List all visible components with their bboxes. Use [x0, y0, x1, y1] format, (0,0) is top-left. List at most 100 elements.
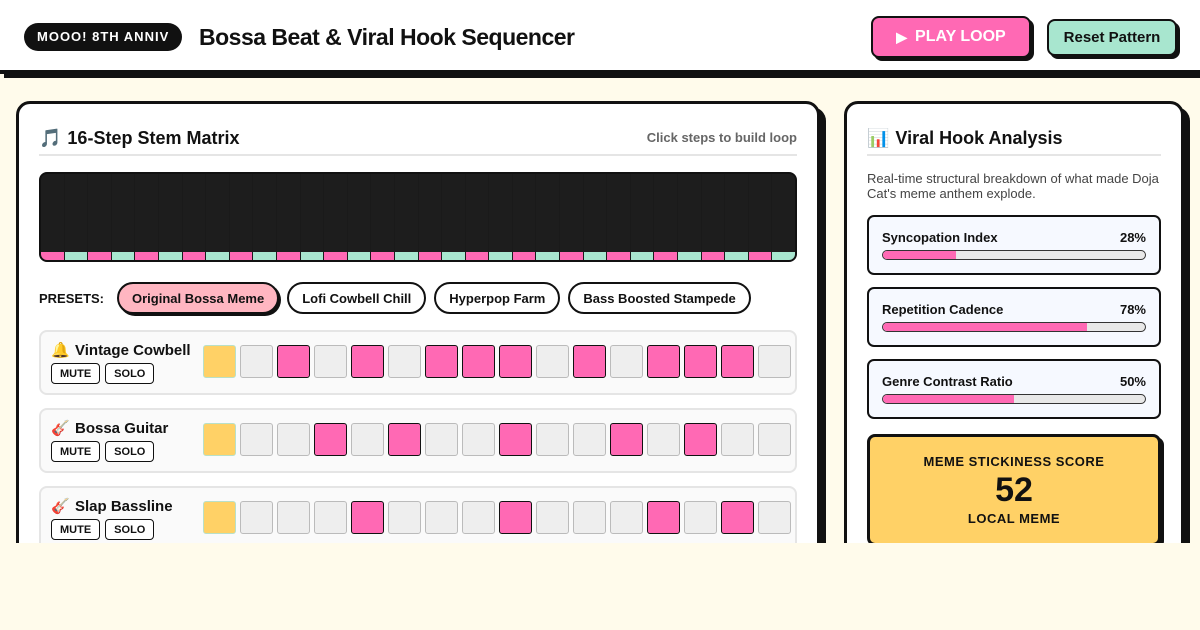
step-grid — [203, 501, 791, 534]
visualizer-bar — [725, 174, 748, 260]
step-cell[interactable] — [425, 501, 458, 534]
step-cell[interactable] — [314, 345, 347, 378]
step-cell[interactable] — [647, 423, 680, 456]
track-name: Bossa Guitar — [75, 420, 169, 437]
step-cell[interactable] — [314, 501, 347, 534]
visualizer-bar — [654, 174, 678, 260]
visualizer-level — [182, 252, 206, 260]
step-cell[interactable] — [351, 345, 384, 378]
visualizer-bar — [324, 174, 347, 260]
step-cell[interactable] — [203, 423, 236, 456]
step-cell[interactable] — [610, 501, 643, 534]
mute-button[interactable]: MUTE — [51, 519, 101, 540]
step-cell[interactable] — [684, 423, 717, 456]
page-background — [0, 543, 1200, 630]
preset-button[interactable]: Hyperpop Farm — [434, 282, 561, 314]
step-cell[interactable] — [240, 501, 273, 534]
step-cell[interactable] — [684, 345, 717, 378]
step-cell[interactable] — [499, 423, 532, 456]
step-cell[interactable] — [758, 501, 791, 534]
visualizer-level — [442, 252, 465, 260]
visualizer-level — [536, 252, 560, 260]
bar-chart-icon: 📊 — [867, 127, 890, 148]
visualizer-bar — [772, 174, 795, 260]
visualizer-bar — [512, 174, 536, 260]
anniversary-badge: MOOO! 8TH ANNIV — [24, 23, 183, 51]
step-cell[interactable] — [388, 345, 421, 378]
step-cell[interactable] — [610, 345, 643, 378]
step-cell[interactable] — [351, 423, 384, 456]
play-loop-button[interactable]: ▶ PLAY LOOP — [871, 16, 1031, 58]
step-cell[interactable] — [721, 345, 754, 378]
step-cell[interactable] — [536, 423, 569, 456]
step-cell[interactable] — [462, 345, 495, 378]
preset-button[interactable]: Bass Boosted Stampede — [568, 282, 751, 314]
visualizer-level — [229, 252, 253, 260]
matrix-hint: Click steps to build loop — [646, 130, 797, 145]
step-cell[interactable] — [351, 501, 384, 534]
visualizer-bar — [253, 174, 276, 260]
step-cell[interactable] — [277, 345, 310, 378]
step-cell[interactable] — [573, 501, 606, 534]
step-cell[interactable] — [758, 423, 791, 456]
step-cell[interactable] — [647, 501, 680, 534]
step-cell[interactable] — [277, 501, 310, 534]
visualizer-bar — [678, 174, 701, 260]
step-cell[interactable] — [314, 423, 347, 456]
solo-button[interactable]: SOLO — [105, 519, 155, 540]
step-cell[interactable] — [536, 345, 569, 378]
step-cell[interactable] — [203, 501, 236, 534]
visualizer-level — [64, 252, 88, 260]
visualizer-level — [583, 252, 607, 260]
step-cell[interactable] — [721, 501, 754, 534]
viral-hook-panel: 📊 Viral Hook Analysis Real-time structur… — [844, 101, 1184, 571]
step-cell[interactable] — [388, 423, 421, 456]
visualizer-bar — [64, 174, 88, 260]
play-loop-label: PLAY LOOP — [915, 28, 1006, 45]
step-cell[interactable] — [499, 345, 532, 378]
step-cell[interactable] — [573, 423, 606, 456]
step-cell[interactable] — [610, 423, 643, 456]
solo-button[interactable]: SOLO — [105, 441, 155, 462]
mute-button[interactable]: MUTE — [51, 363, 101, 384]
solo-button[interactable]: SOLO — [105, 363, 155, 384]
metric-value: 50% — [1119, 374, 1146, 389]
mute-button[interactable]: MUTE — [51, 441, 101, 462]
step-cell[interactable] — [425, 423, 458, 456]
step-cell[interactable] — [388, 501, 421, 534]
metric-name: Syncopation Index — [882, 230, 998, 245]
step-cell[interactable] — [684, 501, 717, 534]
preset-button[interactable]: Original Bossa Meme — [117, 282, 280, 314]
visualizer-level — [300, 252, 324, 260]
step-cell[interactable] — [536, 501, 569, 534]
step-cell[interactable] — [425, 345, 458, 378]
score-label: MEME STICKINESS SCORE — [923, 454, 1105, 469]
track-controls: MUTE SOLO — [51, 363, 155, 384]
reset-pattern-button[interactable]: Reset Pattern — [1047, 19, 1177, 56]
step-cell[interactable] — [462, 501, 495, 534]
step-cell[interactable] — [573, 345, 606, 378]
viral-hook-title: Viral Hook Analysis — [895, 127, 1063, 148]
step-cell[interactable] — [462, 423, 495, 456]
step-cell[interactable] — [203, 345, 236, 378]
visualizer-level — [371, 252, 394, 260]
visualizer-bar — [418, 174, 442, 260]
visualizer-bar — [583, 174, 607, 260]
metric-progress-bar — [882, 322, 1146, 332]
step-cell[interactable] — [758, 345, 791, 378]
step-cell[interactable] — [721, 423, 754, 456]
visualizer-level — [678, 252, 701, 260]
step-cell[interactable] — [499, 501, 532, 534]
visualizer-level — [465, 252, 489, 260]
preset-button[interactable]: Lofi Cowbell Chill — [287, 282, 427, 314]
step-cell[interactable] — [240, 345, 273, 378]
step-cell[interactable] — [240, 423, 273, 456]
step-cell[interactable] — [277, 423, 310, 456]
metric-progress-fill — [883, 395, 1014, 403]
visualizer-level — [701, 252, 725, 260]
step-cell[interactable] — [647, 345, 680, 378]
music-note-icon: 🎵 — [39, 127, 62, 148]
visualizer-level — [347, 252, 371, 260]
stem-matrix-title: 16-Step Stem Matrix — [67, 127, 240, 148]
stem-matrix-panel: 🎵 16-Step Stem Matrix Click steps to bui… — [16, 101, 820, 571]
